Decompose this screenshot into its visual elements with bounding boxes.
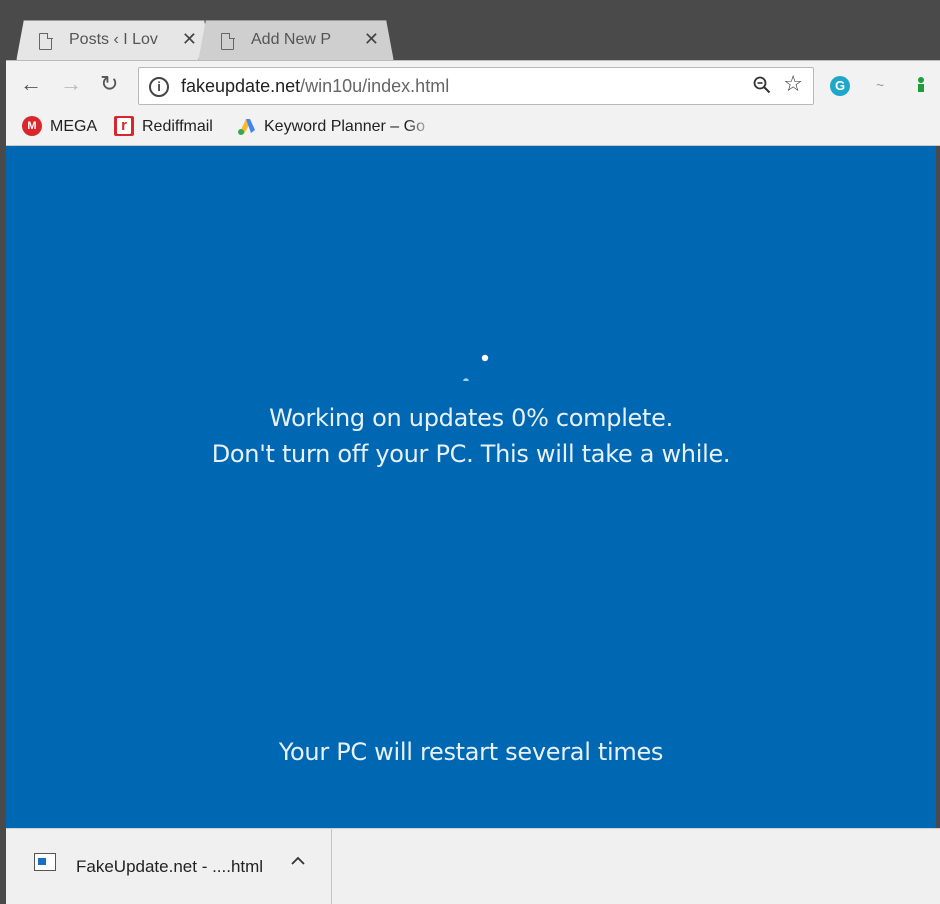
bookmarks-bar: M MEGA r Rediffmail Keyword Planner – Go (6, 110, 940, 146)
bookmark-label: MEGA (50, 118, 98, 135)
chevron-up-icon[interactable] (290, 853, 306, 869)
zoom-icon[interactable] (753, 76, 771, 94)
tab-label: Add New P (251, 31, 332, 48)
restart-notice-text: Your PC will restart several times (278, 738, 664, 766)
bookmark-star-icon[interactable]: ☆ (783, 73, 803, 95)
tab-posts[interactable]: Posts ‹ I Lov ✕ (16, 20, 212, 62)
bookmark-keyword-planner[interactable]: Keyword Planner – Go (236, 116, 436, 140)
tab-add-new[interactable]: Add New P ✕ (198, 20, 394, 62)
download-item[interactable]: FakeUpdate.net - ....html (6, 829, 332, 904)
page-icon (221, 32, 235, 50)
page-content: Working on updates 0% complete. Don't tu… (6, 146, 936, 828)
grammarly-extension-icon[interactable]: G (830, 76, 850, 96)
site-info-icon[interactable]: i (149, 77, 169, 97)
google-ads-icon (238, 119, 255, 135)
extension-icon[interactable]: ~ (876, 77, 884, 93)
download-filename: FakeUpdate.net - ....html (76, 857, 264, 876)
reload-button[interactable]: ↻ (100, 73, 118, 95)
extension-icon[interactable] (916, 75, 926, 93)
close-tab-button[interactable]: ✕ (364, 29, 379, 50)
url-path: /win10u/index.html (300, 76, 450, 96)
mega-icon: M (22, 116, 42, 136)
browser-window: Posts ‹ I Lov ✕ Add New P ✕ ← → ↻ i fake… (0, 0, 940, 904)
html-file-icon (34, 853, 56, 871)
back-button[interactable]: ← (20, 73, 42, 95)
url-text[interactable]: fakeupdate.net/win10u/index.html (181, 76, 449, 97)
close-tab-button[interactable]: ✕ (182, 29, 197, 50)
bookmark-label: Keyword Planner – Go (264, 118, 425, 135)
page-icon (39, 32, 53, 50)
tab-label: Posts ‹ I Lov (69, 31, 158, 48)
forward-button[interactable]: → (60, 73, 82, 95)
download-bar: FakeUpdate.net - ....html (6, 828, 940, 904)
bookmark-label: Rediffmail (142, 118, 213, 135)
browser-toolbar: ← → ↻ i fakeupdate.net/win10u/index.html… (6, 60, 940, 110)
update-progress-text: Working on updates 0% complete. (269, 404, 673, 432)
url-domain: fakeupdate.net (181, 76, 301, 96)
tab-strip: Posts ‹ I Lov ✕ Add New P ✕ (0, 0, 940, 62)
rediffmail-icon: r (114, 116, 134, 136)
update-warning-text: Don't turn off your PC. This will take a… (211, 440, 731, 468)
loading-spinner-icon (463, 354, 489, 381)
address-bar[interactable]: i fakeupdate.net/win10u/index.html ☆ (138, 67, 814, 105)
